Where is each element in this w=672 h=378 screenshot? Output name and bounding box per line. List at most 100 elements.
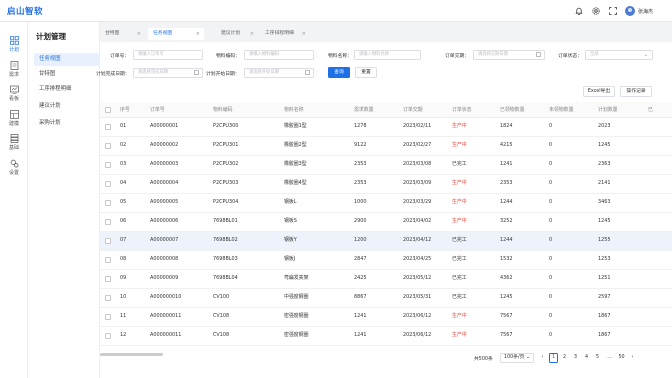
- col-header-name: 物料名称: [284, 107, 304, 113]
- close-icon[interactable]: ×: [196, 28, 200, 40]
- nav-plan[interactable]: 计划: [0, 36, 28, 58]
- page-4[interactable]: 4: [582, 353, 591, 363]
- cell-date: 2023/04/12: [403, 237, 432, 243]
- col-header-qty: 需求数量: [354, 107, 374, 113]
- row-checkbox[interactable]: [105, 219, 111, 225]
- sub-nav-suggested-plan[interactable]: 建议计划: [34, 100, 100, 113]
- plan-finish-input[interactable]: 请选择完成日期: [133, 68, 203, 78]
- table-row[interactable]: 09 A00000009 7698BL04 弯扁发夹架 2425 2023/05/12 已完…: [100, 270, 672, 289]
- cell-pending: 0: [549, 199, 553, 205]
- row-checkbox[interactable]: [105, 200, 111, 206]
- row-checkbox[interactable]: [105, 295, 111, 301]
- cell-received: 7567: [500, 313, 513, 319]
- horizontal-scrollbar[interactable]: [100, 353, 163, 356]
- row-checkbox[interactable]: [105, 238, 111, 244]
- cell-plan: 2597: [598, 294, 611, 300]
- row-checkbox[interactable]: [105, 257, 111, 263]
- material-name-input[interactable]: 请输入物料名称: [354, 50, 421, 60]
- cell-date: 2023/02/11: [403, 123, 432, 129]
- cell-received: 1244: [500, 199, 513, 205]
- sub-nav-purchase-plan[interactable]: 采购计划: [34, 117, 100, 130]
- settings-icon[interactable]: [591, 6, 601, 16]
- close-icon[interactable]: ×: [302, 28, 306, 40]
- nav-basic[interactable]: 基础: [0, 134, 28, 156]
- fullscreen-icon[interactable]: [608, 6, 618, 16]
- row-checkbox[interactable]: [105, 143, 111, 149]
- row-checkbox[interactable]: [105, 314, 111, 320]
- cell-plan: 2023: [598, 123, 611, 129]
- table-row[interactable]: 12 A000000011 CV108 密强度钢圈 1241 2023/06/12 生产中 7…: [100, 327, 672, 346]
- row-checkbox[interactable]: [105, 162, 111, 168]
- plan-start-input[interactable]: 请选择开始日期: [244, 68, 314, 78]
- table-row[interactable]: 10 A000000010 CV100 中强度钢圈 8867 2023/05/31 已完工 1…: [100, 289, 672, 308]
- page-3[interactable]: 3: [571, 353, 580, 363]
- tab-gantt[interactable]: 甘特图 ×: [100, 28, 145, 40]
- nav-board[interactable]: 看板: [0, 85, 28, 107]
- sub-nav: 计划管理 任务视图 甘特图 工序排程明细 建议计划 采购计划: [28, 22, 100, 378]
- page-size-select[interactable]: 100条/页 ⌄: [500, 353, 534, 363]
- tab-suggested-plan[interactable]: 建议计划 ×: [216, 28, 258, 40]
- cell-pending: 0: [549, 332, 553, 338]
- nav-demand[interactable]: 需求: [0, 61, 28, 83]
- table-row[interactable]: 03 A00000003 P2CPU302 橡胶圈3型 2353 2023/03/08 已完…: [100, 156, 672, 175]
- cell-code: 7698BL03: [213, 256, 238, 262]
- material-code-input[interactable]: 请输入物料编码: [244, 50, 314, 60]
- tab-process-schedule[interactable]: 工序排程明细 ×: [260, 28, 310, 40]
- operation-log-button[interactable]: 操作记录: [620, 86, 652, 97]
- nav-model[interactable]: 建模: [0, 110, 28, 132]
- row-checkbox[interactable]: [105, 124, 111, 130]
- sub-nav-gantt[interactable]: 甘特图: [34, 68, 100, 81]
- cell-received: 1245: [500, 294, 513, 300]
- next-page-button[interactable]: ›: [628, 353, 637, 363]
- table-row[interactable]: 04 A00000004 P2CPU303 橡胶圈4型 2353 2023/03/09 生产…: [100, 175, 672, 194]
- cell-date: 2023/04/02: [403, 218, 432, 224]
- table-row[interactable]: 08 A00000008 7698BL03 钢板J 2847 2023/04/25 已完工 1…: [100, 251, 672, 270]
- cell-status: 生产中: [452, 218, 467, 224]
- order-status-select[interactable]: 全部 ⌄: [585, 50, 653, 60]
- order-delivery-input[interactable]: 请选择交期日期: [473, 50, 545, 60]
- col-header-plan: 计划数量: [598, 107, 618, 113]
- page-2[interactable]: 2: [560, 353, 569, 363]
- sub-nav-title: 计划管理: [36, 32, 66, 41]
- cell-name: 中强度钢圈: [284, 294, 309, 300]
- order-status-label: 订单状态：: [558, 54, 582, 59]
- sub-nav-process-schedule[interactable]: 工序排程明细: [34, 83, 100, 96]
- table-row[interactable]: 11 A000000011 CV108 密强度钢圈 1241 2023/06/12 生产中 7…: [100, 308, 672, 327]
- cell-received: 1824: [500, 123, 513, 129]
- excel-export-button[interactable]: Excel导出: [583, 86, 615, 97]
- close-icon[interactable]: ×: [137, 28, 141, 40]
- page-50[interactable]: 50: [617, 353, 626, 363]
- col-header-pending: 未领物数量: [549, 107, 574, 113]
- order-no-input[interactable]: 请输入订单号: [133, 50, 203, 60]
- nav-settings[interactable]: 设置: [0, 159, 28, 181]
- page-ellipsis[interactable]: ...: [605, 353, 614, 363]
- user-avatar[interactable]: [625, 6, 635, 16]
- bell-icon[interactable]: [574, 6, 584, 16]
- table-row[interactable]: 06 A00000006 7698BL01 钢板S 2900 2023/04/02 生产中 3…: [100, 213, 672, 232]
- sub-nav-task-view[interactable]: 任务视图: [34, 53, 100, 66]
- table-row[interactable]: 05 A00000005 P2CPU304 钢板L 1000 2023/03/29 生产中 1…: [100, 194, 672, 213]
- reset-button[interactable]: 重置: [355, 67, 377, 78]
- tab-task-view[interactable]: 任务视图 ×: [148, 28, 204, 40]
- row-checkbox[interactable]: [105, 333, 111, 339]
- cell-no: 06: [120, 218, 127, 224]
- table-row[interactable]: 01 A00000001 P2CPU300 橡胶圈1型 1278 2023/02/11 生产…: [100, 118, 672, 137]
- cell-qty: 1241: [354, 313, 367, 319]
- cell-plan: 1867: [598, 332, 611, 338]
- cell-code: 7698BL01: [213, 218, 238, 224]
- cell-date: 2023/04/25: [403, 256, 432, 262]
- table-row[interactable]: 02 A00000002 P2CPU301 橡胶圈2型 9122 2023/02/27 生产…: [100, 137, 672, 156]
- user-name[interactable]: 张海杰: [638, 8, 653, 15]
- cell-order: A00000006: [150, 218, 179, 224]
- row-checkbox[interactable]: [105, 181, 111, 187]
- close-icon[interactable]: ×: [250, 28, 254, 40]
- table-row[interactable]: 07 A00000007 7698BL02 钢板Y 1200 2023/04/12 已完工 1…: [100, 232, 672, 251]
- cell-received: 1532: [500, 256, 513, 262]
- prev-page-button[interactable]: ‹: [538, 353, 547, 363]
- select-all-checkbox[interactable]: [105, 107, 111, 113]
- row-checkbox[interactable]: [105, 276, 111, 282]
- col-header-date: 订单交期: [403, 107, 423, 113]
- query-button[interactable]: 查询: [328, 67, 350, 78]
- page-1[interactable]: 1: [549, 353, 558, 363]
- page-5[interactable]: 5: [593, 353, 602, 363]
